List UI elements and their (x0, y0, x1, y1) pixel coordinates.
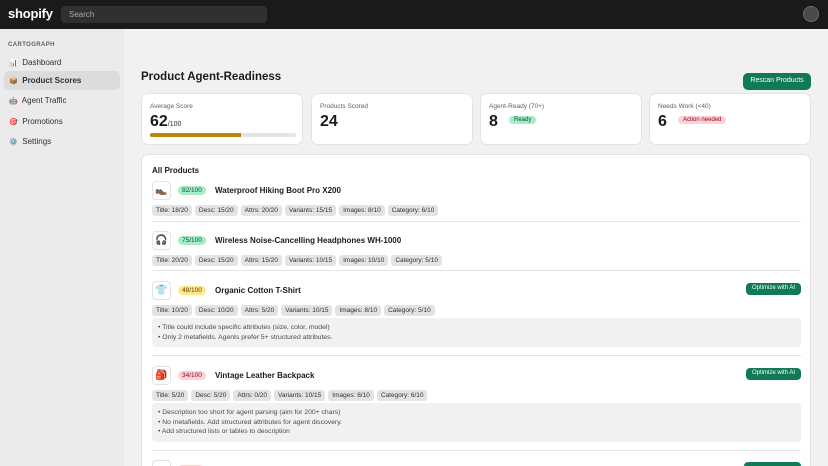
card-label: Average Score (150, 103, 193, 110)
agent-ready-card: Agent-Ready (70+) 8 Ready (480, 93, 642, 145)
product-name[interactable]: Organic Cotton T-Shirt (215, 286, 301, 295)
agent-ready-value: 8 (489, 113, 498, 130)
score-badge: 48/100 (178, 286, 206, 295)
score-tag: Title: 10/20 (152, 305, 192, 316)
score-tag: Category: 6/10 (376, 390, 428, 401)
sidebar-heading: CARTOGRAPH (8, 42, 55, 48)
issues-list: • Title could include specific attribute… (152, 318, 801, 347)
sidebar-item-settings[interactable]: ⚙️ Settings (4, 132, 120, 151)
score-badge: 34/100 (178, 371, 206, 380)
score-tag: Attrs: 15/20 (240, 255, 282, 266)
panel-title: All Products (152, 166, 200, 175)
package-icon: 📦 (9, 78, 18, 85)
products-scored-value: 24 (320, 113, 338, 130)
issue-item: • Description too short for agent parsin… (158, 409, 341, 416)
page-title: Product Agent-Readiness (141, 71, 282, 83)
chart-icon: 📊 (9, 60, 18, 67)
score-tag: Title: 5/20 (152, 390, 189, 401)
card-label: Products Scored (320, 103, 369, 110)
sidebar-item-label: Promotions (22, 117, 63, 126)
average-score-value: 62/100 (150, 113, 182, 130)
sidebar-item-label: Product Scores (22, 76, 82, 85)
action-needed-badge: Action needed (678, 116, 727, 124)
score-tag: Attrs: 20/20 (240, 205, 282, 216)
product-name[interactable]: Waterproof Hiking Boot Pro X200 (215, 186, 341, 195)
shopify-logo[interactable]: shopify (8, 6, 53, 21)
score-tags: Title: 5/20 Desc: 5/20 Attrs: 0/20 Variants… (152, 390, 430, 401)
divider (152, 270, 801, 271)
score-tag: Images: 10/10 (339, 255, 389, 266)
score-tag: Variants: 10/15 (284, 255, 337, 266)
products-scored-card: Products Scored 24 (311, 93, 473, 145)
backpack-icon: 🎒 (152, 366, 171, 385)
score-progress-fill (150, 133, 241, 137)
issues-list: • Description too short for agent parsin… (152, 403, 801, 442)
ready-badge: Ready (509, 116, 537, 124)
robot-icon: 🤖 (9, 98, 18, 105)
sidebar-item-dashboard[interactable]: 📊 Dashboard (4, 53, 120, 72)
rescan-products-button[interactable]: Rescan Products (743, 73, 811, 90)
score-tag: Attrs: 5/20 (240, 305, 279, 316)
product-name[interactable]: Vintage Leather Backpack (215, 371, 314, 380)
score-tag: Desc: 15/20 (194, 255, 238, 266)
score-tag: Variants: 15/15 (284, 205, 337, 216)
sidebar-item-label: Dashboard (22, 58, 62, 67)
avatar[interactable] (803, 6, 819, 22)
score-tag: Title: 18/20 (152, 205, 192, 216)
score-tag: Category: 5/10 (384, 305, 435, 316)
issue-item: • Only 2 metafields. Agents prefer 5+ st… (158, 333, 333, 341)
headphones-icon: 🎧 (152, 231, 171, 250)
search-input[interactable]: Search (61, 6, 267, 23)
tshirt-icon: 👕 (152, 281, 171, 300)
card-label: Needs Work (<40) (658, 103, 711, 110)
optimize-with-ai-button[interactable] (744, 462, 801, 466)
sidebar-item-product-scores[interactable]: 📦 Product Scores (4, 71, 120, 90)
gear-icon: ⚙️ (9, 139, 18, 146)
needs-work-value: 6 (658, 113, 667, 130)
issue-item: • Add structured lists or tables to desc… (158, 428, 290, 435)
score-tag: Variants: 10/15 (274, 390, 326, 401)
needs-work-card: Needs Work (<40) 6 Action needed (649, 93, 811, 145)
average-score-card: Average Score 62/100 (141, 93, 303, 145)
score-badge: 82/100 (178, 186, 206, 195)
score-tag: Category: 5/10 (391, 255, 442, 266)
divider (152, 221, 801, 222)
score-tag: Title: 20/20 (152, 255, 192, 266)
divider (152, 355, 801, 356)
score-tags: Title: 20/20 Desc: 15/20 Attrs: 15/20 Varia… (152, 255, 445, 266)
product-name[interactable]: Wireless Noise-Cancelling Headphones WH-… (215, 236, 401, 245)
sidebar-item-label: Settings (22, 137, 52, 146)
issue-item: • No metafields. Add structured attribut… (158, 418, 342, 426)
score-tag: Images: 8/10 (335, 305, 382, 316)
target-icon: 🎯 (9, 119, 18, 126)
card-label: Agent-Ready (70+) (489, 103, 545, 110)
score-tag: Desc: 5/20 (191, 390, 231, 401)
all-products-panel: All Products 👞 82/100 Waterproof Hiking … (141, 154, 811, 466)
sidebar-item-agent-traffic[interactable]: 🤖 Agent Traffic (4, 91, 120, 110)
sidebar-item-promotions[interactable]: 🎯 Promotions (4, 112, 120, 131)
sidebar-item-label: Agent Traffic (21, 96, 67, 105)
optimize-with-ai-button[interactable]: Optimize with AI (745, 283, 801, 295)
boot-icon: 👞 (152, 181, 171, 200)
score-tag: Attrs: 0/20 (233, 390, 272, 401)
optimize-with-ai-button[interactable]: Optimize with AI (745, 368, 801, 380)
score-tag: Desc: 10/20 (194, 305, 238, 316)
issue-item: • Title could include specific attribute… (158, 324, 330, 331)
score-tag: Variants: 10/15 (281, 305, 333, 316)
score-tag: Images: 8/10 (328, 390, 374, 401)
product-thumbnail (152, 460, 171, 466)
score-badge: 75/100 (178, 236, 206, 245)
score-tag: Images: 8/10 (339, 205, 385, 216)
sidebar: CARTOGRAPH 📊 Dashboard 📦 Product Scores … (0, 29, 124, 466)
score-tag: Desc: 15/20 (194, 205, 238, 216)
score-tags: Title: 18/20 Desc: 15/20 Attrs: 20/20 Varia… (152, 205, 441, 216)
score-tags: Title: 10/20 Desc: 10/20 Attrs: 5/20 Varian… (152, 305, 438, 316)
score-tag: Category: 6/10 (387, 205, 439, 216)
top-bar: shopify Search (0, 0, 828, 29)
divider (152, 450, 801, 451)
score-progress-bar (150, 133, 296, 137)
